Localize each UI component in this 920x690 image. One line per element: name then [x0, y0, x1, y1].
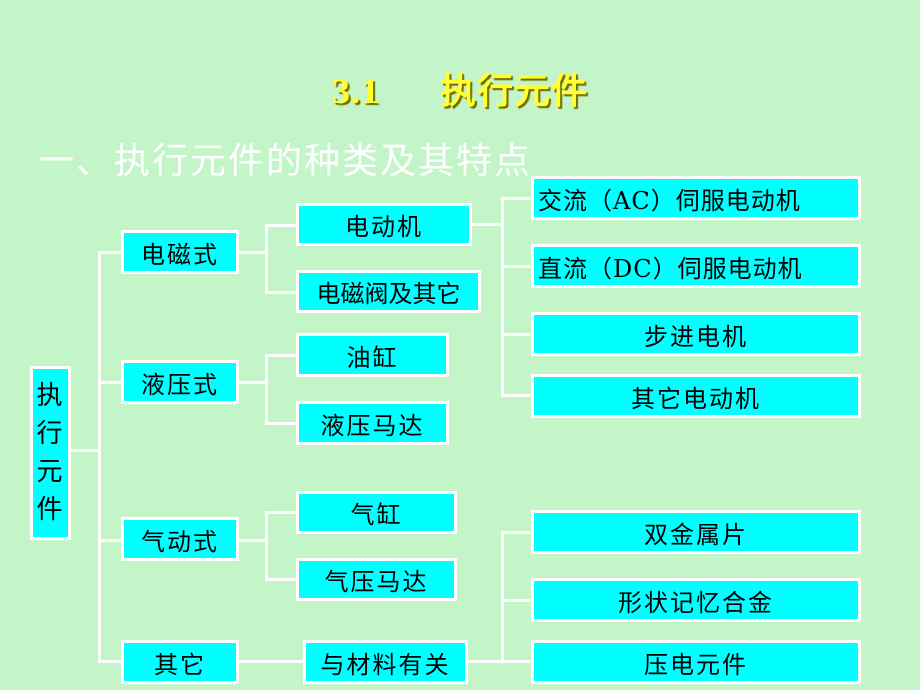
- section-number: 3.1: [331, 71, 380, 111]
- connector: [470, 223, 503, 226]
- connector: [265, 291, 298, 294]
- motor-stepper: 步进电机: [531, 312, 861, 356]
- motor-dc-servo: 直流（DC）伺服电动机: [531, 244, 861, 288]
- connector: [98, 251, 123, 254]
- category-other: 其它: [121, 640, 239, 684]
- subtype-electric-motor: 电动机: [296, 203, 472, 246]
- subtype-oil-cylinder: 油缸: [296, 333, 449, 377]
- connector: [98, 381, 123, 384]
- connector: [501, 197, 533, 200]
- connector: [501, 531, 504, 663]
- connector: [265, 578, 298, 581]
- connector: [265, 354, 298, 357]
- connector: [265, 511, 298, 514]
- connector: [98, 660, 123, 663]
- connector: [265, 422, 298, 425]
- material-shape-memory-alloy: 形状记忆合金: [531, 578, 861, 622]
- subtype-pneumatic-motor: 气压马达: [296, 558, 457, 601]
- connector: [265, 224, 268, 294]
- connector: [501, 599, 533, 602]
- root-node-actuator: 执 行 元 件: [30, 366, 71, 540]
- root-char: 执: [36, 381, 65, 411]
- connector: [237, 660, 306, 663]
- connector: [98, 251, 101, 663]
- material-bimetal: 双金属片: [531, 510, 861, 554]
- subtype-material-related: 与材料有关: [303, 640, 468, 684]
- subtype-hydraulic-motor: 液压马达: [296, 401, 449, 445]
- root-char: 件: [36, 495, 65, 525]
- root-char: 行: [36, 419, 65, 449]
- motor-ac-servo-label: 交流（AC）伺服电动机: [538, 186, 801, 215]
- section-title: 执行元件: [439, 70, 588, 112]
- category-hydraulic: 液压式: [121, 360, 239, 404]
- connector: [265, 224, 298, 227]
- connector: [237, 539, 267, 542]
- connector: [237, 251, 267, 254]
- category-electromagnetic: 电磁式: [121, 230, 239, 274]
- root-char: 元: [36, 457, 65, 487]
- motor-ac-servo: 交流（AC）伺服电动机: [531, 176, 861, 220]
- motor-dc-servo-label: 直流（DC）伺服电动机: [538, 254, 803, 283]
- motor-other: 其它电动机: [531, 374, 861, 418]
- connector: [501, 197, 504, 395]
- subtype-solenoid-valve: 电磁阀及其它: [296, 270, 481, 313]
- connector: [69, 449, 101, 452]
- connector: [501, 531, 533, 534]
- connector: [265, 511, 268, 581]
- connector: [501, 333, 533, 336]
- connector: [466, 660, 533, 663]
- connector: [501, 394, 533, 397]
- connector: [265, 354, 268, 425]
- connector: [501, 265, 533, 268]
- connector: [237, 381, 267, 384]
- material-piezoelectric: 压电元件: [531, 640, 861, 684]
- slide-title: 3.1 执行元件: [0, 62, 920, 114]
- slide-subtitle: 一、执行元件的种类及其特点: [38, 141, 533, 182]
- connector: [98, 539, 123, 542]
- subtype-air-cylinder: 气缸: [296, 491, 457, 534]
- category-pneumatic: 气动式: [121, 517, 239, 561]
